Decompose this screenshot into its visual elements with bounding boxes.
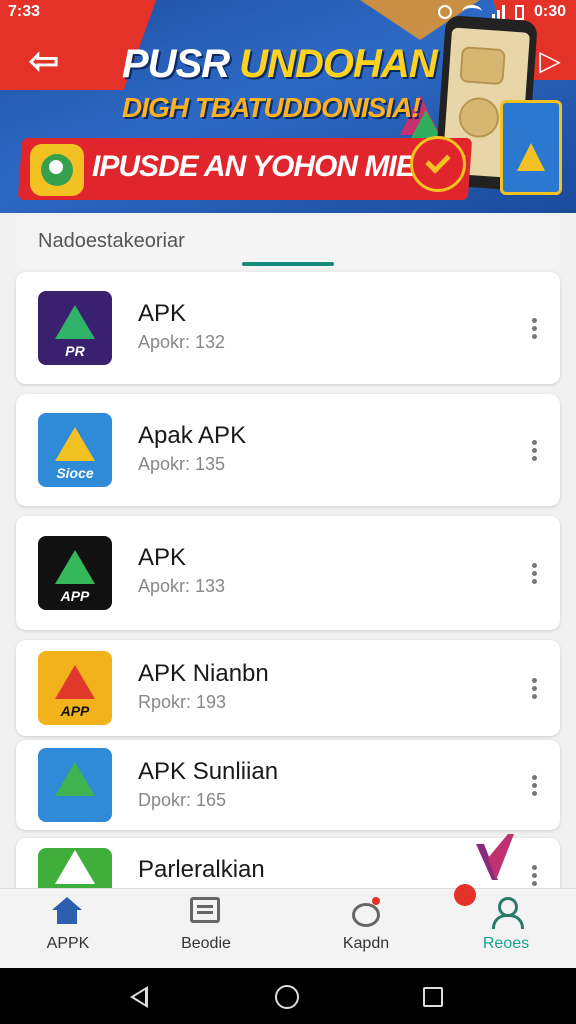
promo-text: IPUSDE AN YOHON MIEUR! (92, 150, 466, 183)
brand-logo-icon (476, 834, 514, 880)
headline-white: PUSR (122, 42, 230, 86)
app-card[interactable]: APP APK Apokr: 133 (16, 516, 560, 630)
more-options-icon[interactable] (522, 860, 546, 890)
app-name: APK Sunliian (138, 758, 279, 785)
apk-a-black-icon: APP (38, 536, 112, 610)
app-icon-text: APP (60, 703, 90, 719)
more-options-icon[interactable] (522, 313, 546, 343)
nav-item-news[interactable]: Beodie (146, 889, 266, 969)
profile-icon (490, 897, 524, 929)
nav-label: APPK (46, 935, 90, 952)
alarm-icon (437, 5, 452, 19)
system-recents-button[interactable] (418, 982, 448, 1012)
nav-item-home[interactable]: APPK (8, 889, 128, 969)
app-meta: Apokr: 133 (138, 576, 226, 596)
news-icon (190, 897, 220, 923)
status-clock-right: 0:30 (533, 3, 566, 20)
nav-label: Kapdn (342, 935, 390, 952)
nav-label: Beodie (181, 935, 231, 952)
back-triangle-icon (130, 986, 148, 1008)
app-icon-text: APP (60, 588, 90, 604)
promo-banner[interactable]: 7:33 0:30 ⇦ ▷ PUSR UNDOHAN DIGH TBATUDDO… (0, 0, 576, 213)
home-circle-icon (275, 985, 299, 1009)
bottom-navigation: APPK Beodie Kapdn Reoes (0, 888, 576, 968)
back-arrow-icon: ⇦ (28, 40, 60, 81)
tab-label: Nadoestakeoriar (38, 230, 185, 252)
apk-blue-arrow-icon (38, 748, 112, 822)
more-options-icon[interactable] (522, 558, 546, 588)
banner-headline: PUSR UNDOHAN (122, 42, 438, 87)
app-name: Apak APK (138, 422, 247, 449)
apk-google-style-icon: Sioce (38, 413, 112, 487)
more-options-icon[interactable] (522, 435, 546, 465)
app-name: APK Nianbn (138, 660, 269, 687)
system-navigation-bar (0, 968, 576, 1024)
floating-badge-icon[interactable] (454, 884, 476, 906)
share-icon: ▷ (539, 44, 561, 76)
app-name: APK (138, 300, 187, 327)
home-icon (52, 897, 82, 925)
app-name: Parleralkian (138, 856, 265, 883)
system-back-button[interactable] (124, 982, 154, 1012)
promo-badge-icon (410, 136, 466, 192)
recents-square-icon (423, 987, 443, 1007)
banner-subline: DIGH TBATUDDONISIA! (122, 92, 421, 123)
more-options-icon[interactable] (522, 770, 546, 800)
back-button[interactable]: ⇦ (18, 40, 70, 82)
apk-orange-arrow-icon: APP (38, 651, 112, 725)
system-home-button[interactable] (272, 982, 302, 1012)
nav-label: Reoes (482, 935, 530, 952)
app-icon-text: PR (65, 343, 85, 359)
app-meta: Dpokr: 165 (138, 790, 227, 810)
app-card[interactable]: PR APK Apokr: 132 (16, 272, 560, 384)
app-icon-text: Sioce (56, 465, 94, 481)
promo-app-icon (30, 144, 84, 196)
app-card[interactable]: Sioce Apak APK Apokr: 135 (16, 394, 560, 506)
nav-item-notifications[interactable]: Kapdn (306, 889, 426, 969)
notification-icon (350, 897, 380, 927)
app-card[interactable]: APK Sunliian Dpokr: 165 (16, 740, 560, 830)
battery-icon (514, 4, 524, 20)
status-time: 7:33 (8, 3, 41, 20)
category-tab[interactable]: Nadoestakeoriar (16, 216, 560, 268)
app-card[interactable]: APP APK Nianbn Rpokr: 193 (16, 640, 560, 736)
share-button[interactable]: ▷ (532, 42, 568, 78)
headline-yellow: UNDOHAN (239, 42, 437, 86)
trophy-illustration (500, 100, 562, 195)
apk-triangle-purple-icon: PR (38, 291, 112, 365)
more-options-icon[interactable] (522, 673, 546, 703)
app-name: APK (138, 544, 187, 571)
app-meta: Apokr: 132 (138, 332, 226, 352)
app-meta: Apokr: 135 (138, 454, 226, 474)
tab-indicator (242, 262, 334, 266)
app-meta: Rpokr: 193 (138, 692, 227, 712)
signal-icon (491, 5, 505, 19)
